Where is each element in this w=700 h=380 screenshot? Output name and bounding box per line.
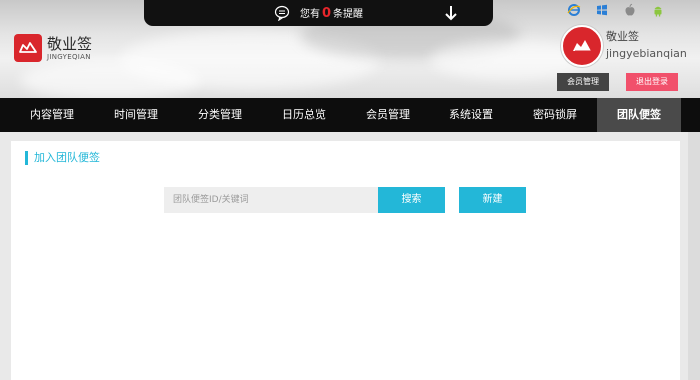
ie-icon[interactable] bbox=[567, 2, 581, 16]
notification-count: 0 bbox=[322, 6, 332, 21]
main-panel: 加入团队便签 搜索 新建 bbox=[11, 141, 680, 380]
nav-item-lock[interactable]: 密码锁屏 bbox=[513, 98, 597, 132]
scrollbar[interactable] bbox=[688, 132, 700, 380]
user-id: jingyebianqian bbox=[606, 47, 687, 60]
nav-item-member[interactable]: 会员管理 bbox=[346, 98, 430, 132]
nav-item-time[interactable]: 时间管理 bbox=[94, 98, 178, 132]
logo-name[interactable]: 敬业签 bbox=[47, 33, 92, 54]
apple-icon[interactable] bbox=[623, 2, 637, 16]
search-input[interactable] bbox=[164, 187, 378, 213]
header-banner: 敬业签 JINGYEQIAN 您有 0 条提醒 敬业签 jingyebianqi… bbox=[0, 0, 700, 98]
new-button[interactable]: 新建 bbox=[459, 187, 526, 213]
logo-icon[interactable] bbox=[14, 34, 42, 62]
nav-item-category[interactable]: 分类管理 bbox=[178, 98, 262, 132]
member-management-button[interactable]: 会员管理 bbox=[557, 73, 609, 91]
search-button[interactable]: 搜索 bbox=[378, 187, 445, 213]
main-nav: 内容管理 时间管理 分类管理 日历总览 会员管理 系统设置 密码锁屏 团队便签 bbox=[0, 98, 700, 132]
android-icon[interactable] bbox=[651, 2, 665, 17]
arrow-down-icon[interactable] bbox=[444, 5, 458, 25]
notification-bar[interactable]: 您有 0 条提醒 bbox=[144, 0, 493, 26]
section-title: 加入团队便签 bbox=[25, 151, 100, 165]
chat-bubble-icon bbox=[274, 5, 290, 25]
logout-button[interactable]: 退出登录 bbox=[626, 73, 678, 91]
logo-subtitle: JINGYEQIAN bbox=[47, 53, 91, 61]
nav-item-content[interactable]: 内容管理 bbox=[10, 98, 94, 132]
nav-item-settings[interactable]: 系统设置 bbox=[429, 98, 513, 132]
nav-item-calendar[interactable]: 日历总览 bbox=[262, 98, 346, 132]
avatar[interactable] bbox=[561, 25, 603, 67]
user-name: 敬业签 bbox=[606, 30, 639, 43]
notification-text: 您有 0 条提醒 bbox=[300, 6, 364, 21]
windows-icon[interactable] bbox=[595, 2, 609, 16]
nav-item-team-notes[interactable]: 团队便签 bbox=[597, 98, 681, 132]
